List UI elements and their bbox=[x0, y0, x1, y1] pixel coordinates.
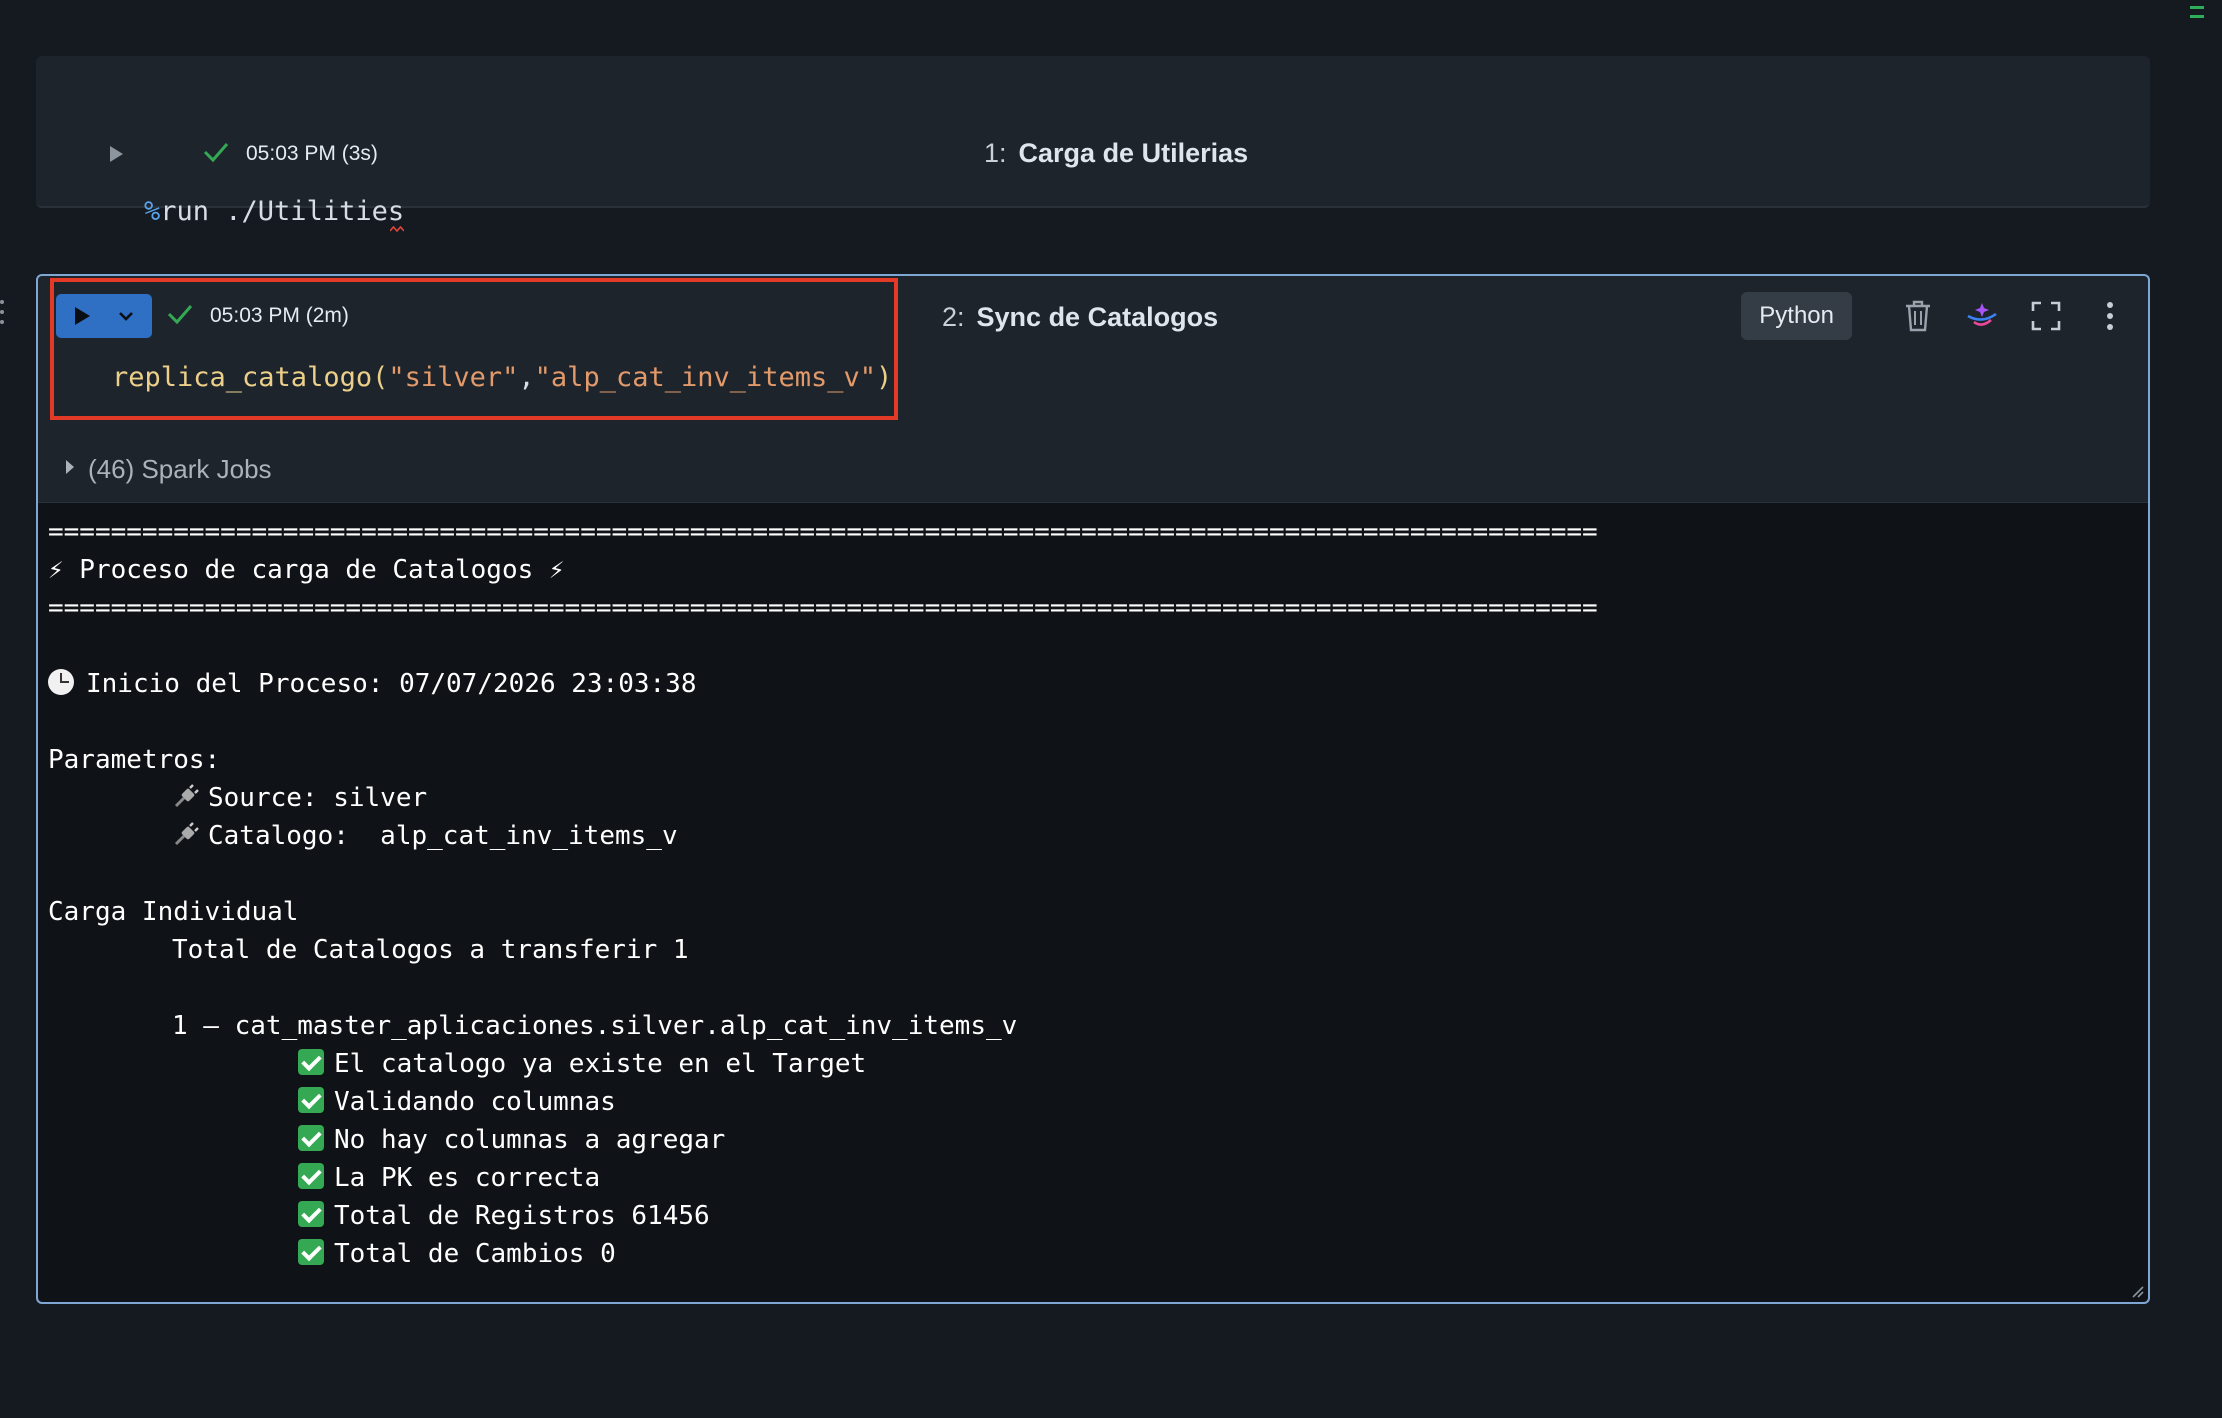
output-check-text: La PK es correcta bbox=[334, 1163, 601, 1193]
drag-handle-icon[interactable] bbox=[0, 300, 6, 332]
output-check-text: Total de Cambios 0 bbox=[334, 1239, 616, 1269]
check-box-icon bbox=[298, 1125, 324, 1151]
code-text: run ./Utilities bbox=[160, 196, 405, 227]
code-paren: ( bbox=[372, 362, 389, 393]
cell-title-text: Sync de Catalogos bbox=[976, 302, 1219, 332]
output-params-label: Parametros: bbox=[48, 745, 221, 775]
cell-number: 1: bbox=[984, 138, 1007, 168]
run-icon[interactable] bbox=[106, 144, 126, 164]
output-source-line: Source: silver bbox=[172, 783, 427, 813]
output-start: Inicio del Proceso: 07/07/2026 23:03:38 bbox=[86, 669, 697, 699]
clock-icon bbox=[48, 669, 74, 695]
output-separator: ========================================… bbox=[48, 517, 1598, 547]
output-total: Total de Catalogos a transferir 1 bbox=[172, 935, 689, 965]
notebook-cell-2[interactable]: 05:03 PM (2m) replica_catalogo("silver",… bbox=[36, 274, 2150, 1304]
check-box-icon bbox=[298, 1201, 324, 1227]
output-start-line: Inicio del Proceso: 07/07/2026 23:03:38 bbox=[48, 669, 696, 699]
cell-title-text: Carga de Utilerias bbox=[1018, 138, 1249, 168]
output-check-line: Total de Registros 61456 bbox=[298, 1201, 710, 1231]
output-check-line: La PK es correcta bbox=[298, 1163, 600, 1193]
cell-timestamp: 05:03 PM (3s) bbox=[246, 142, 378, 165]
run-icon[interactable] bbox=[70, 304, 94, 328]
output-catalog-line: Catalogo: alp_cat_inv_items_v bbox=[172, 821, 678, 851]
notebook-cell-1[interactable]: 05:03 PM (3s) 1: Carga de Utilerias %run … bbox=[36, 56, 2150, 232]
check-box-icon bbox=[298, 1049, 324, 1075]
check-box-icon bbox=[298, 1239, 324, 1265]
caret-right-icon[interactable] bbox=[64, 458, 76, 476]
output-load-type: Carga Individual bbox=[48, 897, 299, 927]
output-check-text: Validando columnas bbox=[334, 1087, 616, 1117]
output-check-line: El catalogo ya existe en el Target bbox=[298, 1049, 866, 1079]
cell-number: 2: bbox=[942, 302, 965, 332]
output-check-line: Validando columnas bbox=[298, 1087, 616, 1117]
output-source: Source: silver bbox=[208, 783, 428, 813]
highlight-box bbox=[50, 278, 898, 420]
code-comma: , bbox=[518, 362, 535, 393]
code-string: "alp_cat_inv_items_v" bbox=[534, 362, 877, 393]
spark-jobs-toggle[interactable]: (46) Spark Jobs bbox=[38, 444, 2148, 494]
magic-prefix: % bbox=[144, 196, 161, 227]
cell-timestamp: 05:03 PM (2m) bbox=[210, 304, 349, 327]
output-check-line: No hay columnas a agregar bbox=[298, 1125, 725, 1155]
output-check-text: El catalogo ya existe en el Target bbox=[334, 1049, 867, 1079]
output-check-line: Total de Cambios 0 bbox=[298, 1239, 616, 1269]
plug-icon bbox=[174, 822, 199, 846]
cell-title[interactable]: 1: Carga de Utilerias bbox=[984, 138, 1248, 169]
code-string: "silver" bbox=[388, 362, 519, 393]
output-catalog: Catalogo: alp_cat_inv_items_v bbox=[208, 821, 678, 851]
cell-output: ========================================… bbox=[38, 502, 2148, 1302]
check-icon bbox=[167, 305, 193, 325]
code-editor[interactable]: replica_catalogo("silver","alp_cat_inv_i… bbox=[112, 362, 892, 393]
assistant-icon[interactable] bbox=[1962, 296, 2002, 336]
cell-title[interactable]: 2: Sync de Catalogos bbox=[942, 302, 1218, 333]
cell-toolbar: Python bbox=[1741, 292, 2130, 340]
chevron-down-icon[interactable] bbox=[116, 306, 136, 326]
output-separator: ========================================… bbox=[48, 593, 1598, 623]
plug-icon bbox=[174, 784, 199, 808]
output-check-text: No hay columnas a agregar bbox=[334, 1125, 726, 1155]
check-box-icon bbox=[298, 1163, 324, 1189]
output-header: ⚡ Proceso de carga de Catalogos ⚡ bbox=[48, 555, 565, 585]
spell-error-underline bbox=[390, 226, 404, 232]
spark-jobs-label: (46) Spark Jobs bbox=[88, 454, 272, 484]
menu-lines-icon[interactable] bbox=[2190, 6, 2206, 32]
code-function: replica_catalogo bbox=[112, 362, 373, 393]
check-icon bbox=[203, 143, 229, 163]
more-vertical-icon[interactable] bbox=[2090, 296, 2130, 336]
run-button-group[interactable] bbox=[56, 294, 152, 338]
expand-icon[interactable] bbox=[2026, 296, 2066, 336]
notebook-page: 05:03 PM (3s) 1: Carga de Utilerias %run … bbox=[0, 0, 2222, 1418]
code-editor[interactable]: %run ./Utilities bbox=[144, 196, 404, 227]
code-paren: ) bbox=[876, 362, 893, 393]
language-badge[interactable]: Python bbox=[1741, 292, 1852, 340]
trash-icon[interactable] bbox=[1898, 296, 1938, 336]
resize-handle-icon[interactable] bbox=[2128, 1282, 2144, 1298]
check-box-icon bbox=[298, 1087, 324, 1113]
output-check-text: Total de Registros 61456 bbox=[334, 1201, 710, 1231]
output-item: 1 – cat_master_aplicaciones.silver.alp_c… bbox=[172, 1011, 1018, 1041]
